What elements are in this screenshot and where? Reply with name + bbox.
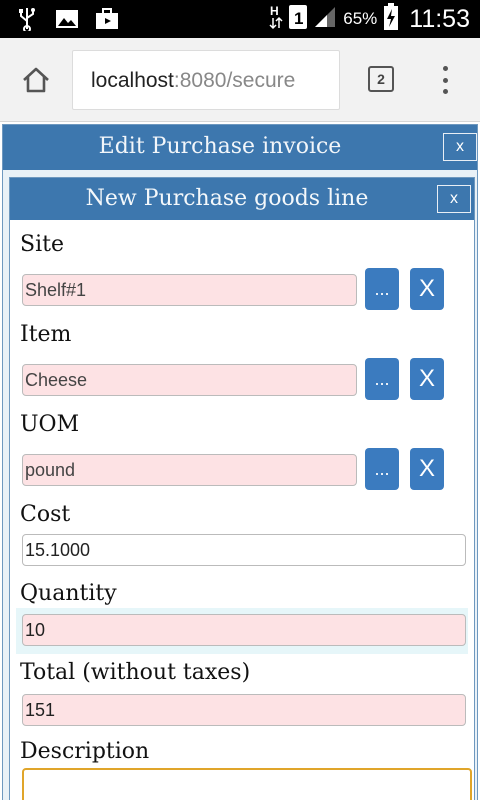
battery-charging-icon [383,3,399,35]
menu-dot [442,77,448,83]
svg-text:1: 1 [294,9,303,28]
menu-dot [442,89,448,94]
browser-toolbar: localhost:8080/secure 2 [0,38,480,122]
uom-label: UOM [20,412,80,437]
quantity-label: Quantity [20,581,117,606]
usb-icon [14,6,40,32]
dialog-title: Edit Purchase invoice [98,134,342,159]
dialog-header: New Purchase goods line x [10,178,474,220]
menu-dot [442,66,448,71]
close-goods-line-dialog-button[interactable]: x [437,185,471,213]
total-label: Total (without taxes) [20,660,251,685]
dialog-title: New Purchase goods line [85,186,369,211]
system-icons: H 1 65% 11:53 [269,3,470,35]
uom-pick-button[interactable]: ... [365,448,399,490]
quantity-input[interactable]: 10 [22,614,466,646]
close-invoice-dialog-button[interactable]: x [443,133,477,161]
url-path: :8080/secure [173,69,296,92]
battery-percent: 65% [343,9,378,28]
site-label: Site [20,232,64,257]
edit-purchase-invoice-dialog: Edit Purchase invoice x New Purchase goo… [2,124,478,800]
description-textarea[interactable] [22,768,472,800]
item-label: Item [20,322,72,347]
item-clear-button[interactable]: X [410,358,444,400]
clock: 11:53 [409,4,470,33]
total-input[interactable]: 151 [22,694,466,726]
overflow-menu-button[interactable] [430,62,460,98]
sim-icon: 1 [289,5,308,33]
site-clear-button[interactable]: X [410,268,444,310]
dialog-header: Edit Purchase invoice x [3,125,477,170]
image-icon [54,6,80,32]
new-goods-line-dialog: New Purchase goods line x Site Shelf#1 .… [9,177,475,800]
address-bar[interactable]: localhost:8080/secure [72,50,340,110]
home-icon [23,67,49,93]
uom-clear-button[interactable]: X [410,448,444,490]
signal-icon [313,5,337,33]
item-pick-button[interactable]: ... [365,358,399,400]
url-host: localhost [91,69,174,92]
site-field[interactable]: Shelf#1 [22,274,357,306]
briefcase-icon [94,6,120,32]
home-button[interactable] [16,62,56,98]
item-field[interactable]: Cheese [22,364,357,396]
data-arrows-icon: H [269,4,283,34]
cost-input[interactable]: 15.1000 [22,534,466,566]
notification-icons [14,6,120,32]
site-pick-button[interactable]: ... [365,268,399,310]
svg-text:H: H [270,4,279,18]
status-bar: H 1 65% 11:53 [0,0,480,38]
description-label: Description [20,739,150,764]
cost-label: Cost [20,502,71,527]
uom-field[interactable]: pound [22,454,357,486]
tab-switcher-button[interactable]: 2 [368,66,394,92]
